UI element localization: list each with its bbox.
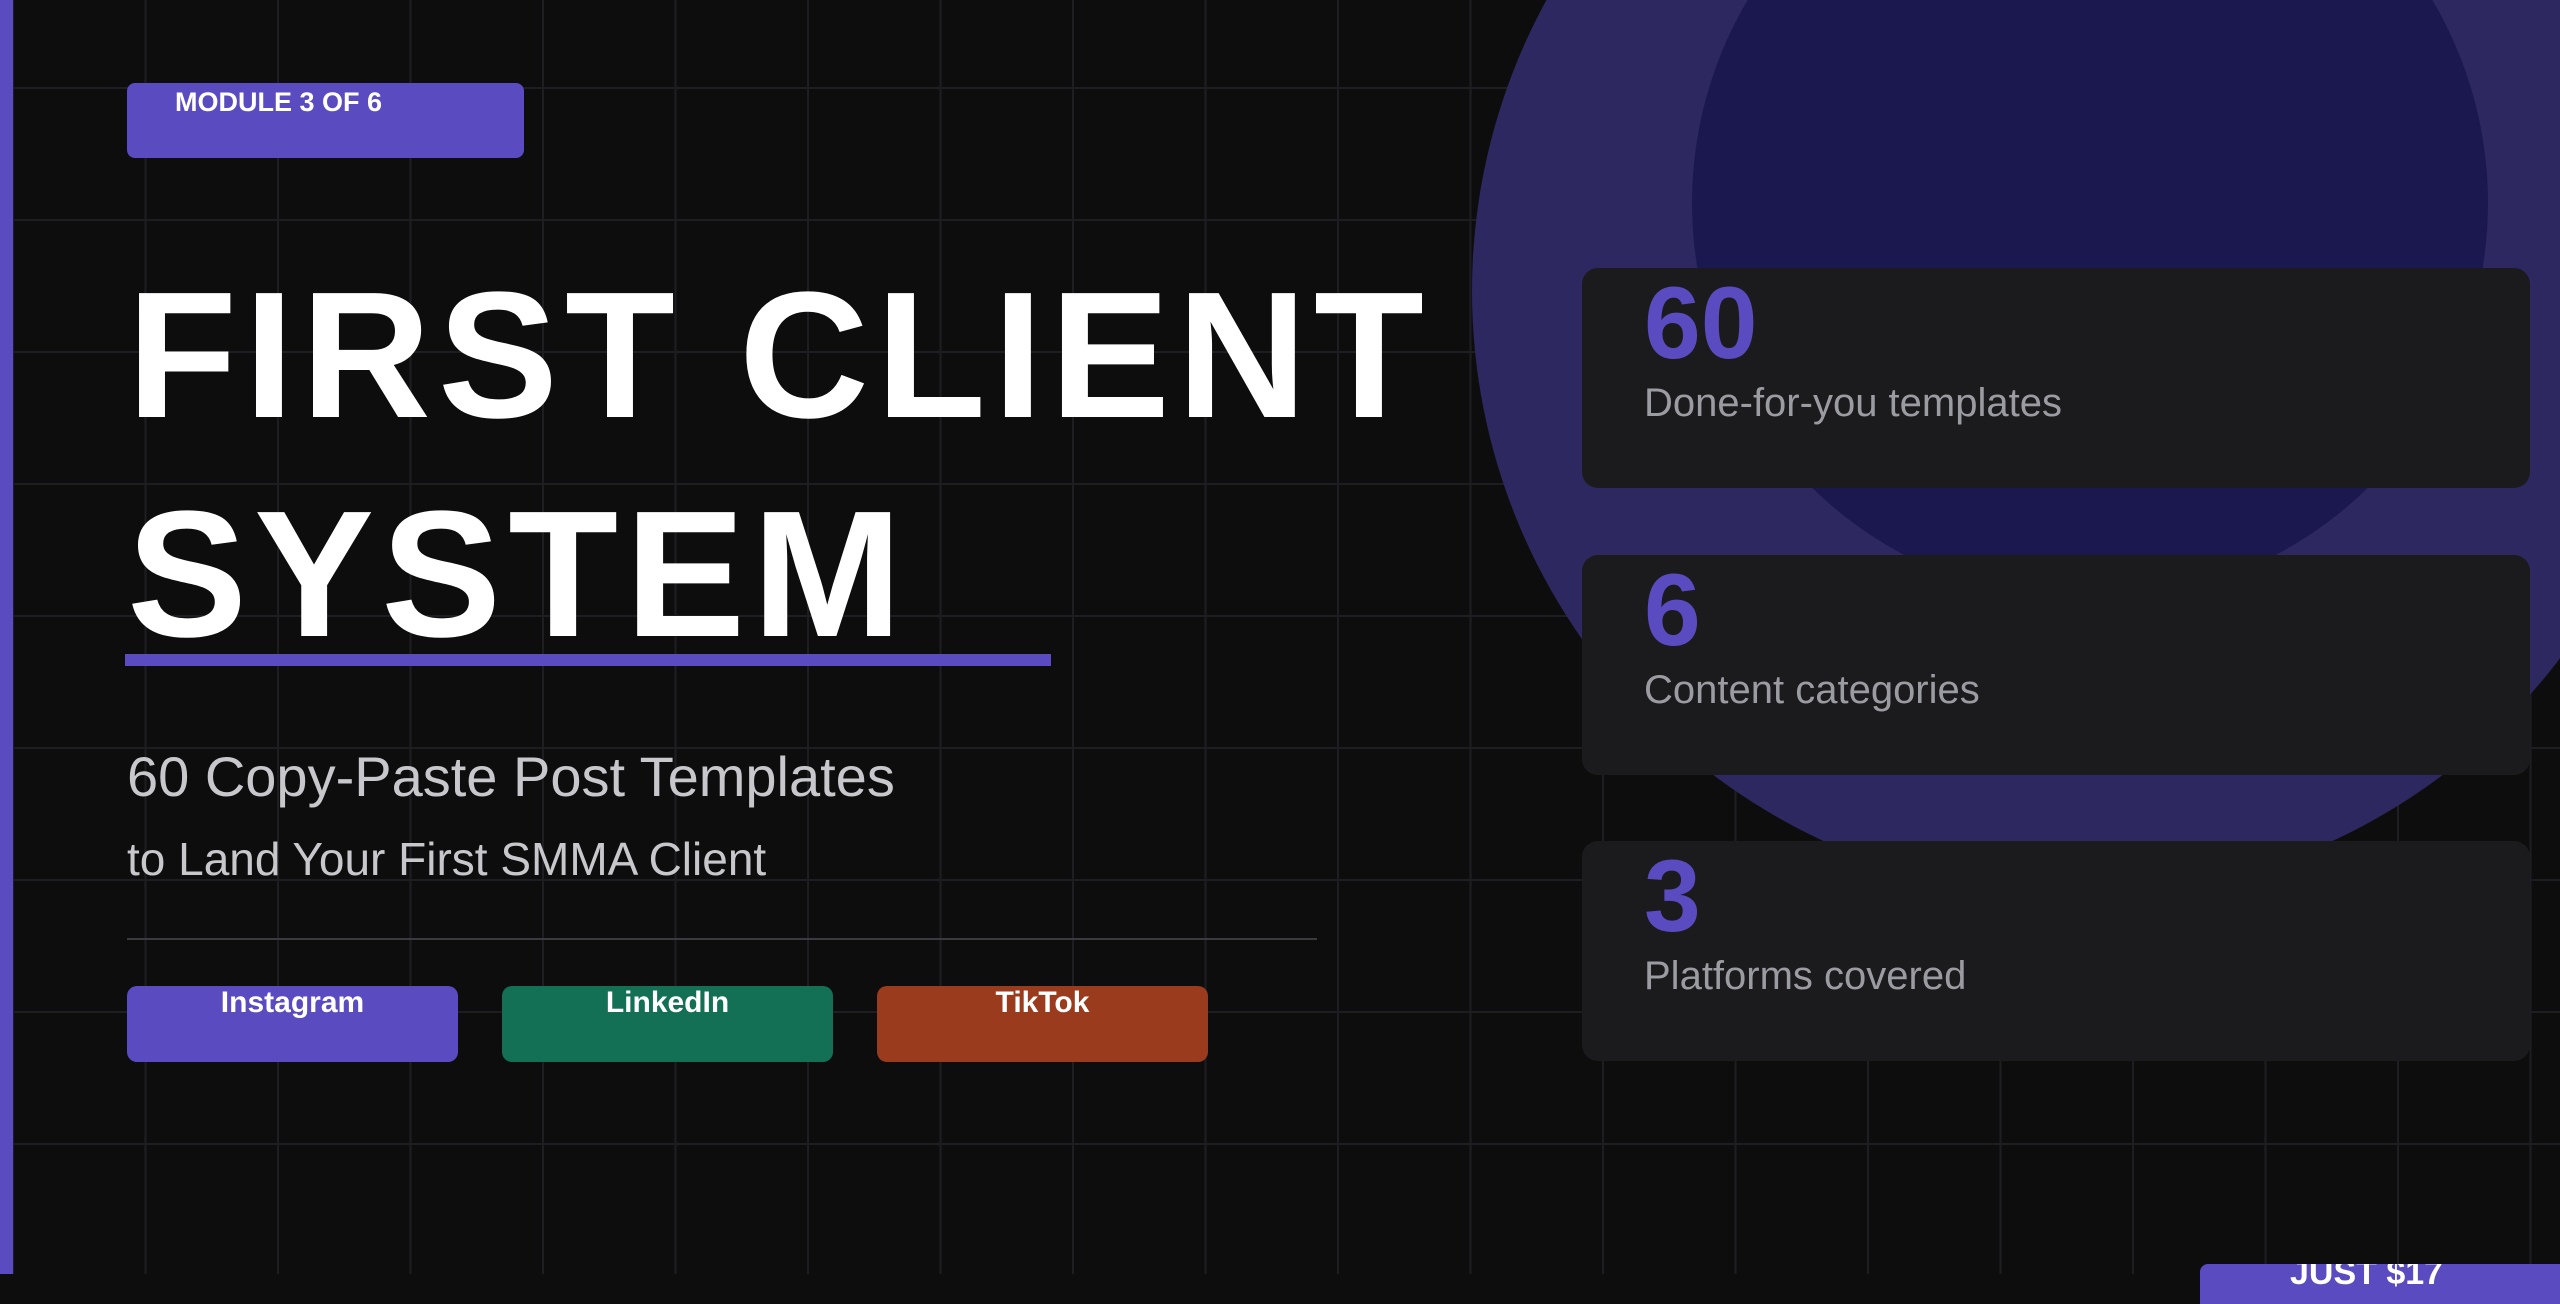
page-title-line-2: SYSTEM <box>127 474 910 675</box>
stat-card-platforms: 3 Platforms covered <box>1582 839 2530 1061</box>
stat-label: Content categories <box>1644 668 1980 712</box>
left-accent-bar <box>0 0 13 1274</box>
platform-tag-instagram: Instagram <box>127 986 458 1062</box>
stat-number: 60 <box>1644 266 1758 380</box>
page-title-line-1: FIRST CLIENT <box>127 255 1431 456</box>
platform-tag-tiktok: TikTok <box>877 986 1208 1062</box>
stat-number: 3 <box>1644 839 1701 953</box>
stat-card-categories: 6 Content categories <box>1582 553 2530 775</box>
price-tag-label: JUST $17 <box>2290 1264 2444 1292</box>
stat-label: Done-for-you templates <box>1644 381 2062 425</box>
stat-label: Platforms covered <box>1644 954 1967 998</box>
price-tag: JUST $17 <box>2200 1264 2560 1304</box>
stat-number: 6 <box>1644 553 1701 667</box>
title-underline <box>125 654 1051 666</box>
subtitle: 60 Copy-Paste Post Templates <box>127 745 895 808</box>
divider <box>127 938 1317 940</box>
stat-card-templates: 60 Done-for-you templates <box>1582 266 2530 488</box>
platform-tag-linkedin: LinkedIn <box>502 986 833 1062</box>
module-badge: MODULE 3 OF 6 <box>127 83 524 158</box>
subtitle-secondary: to Land Your First SMMA Client <box>127 833 767 885</box>
